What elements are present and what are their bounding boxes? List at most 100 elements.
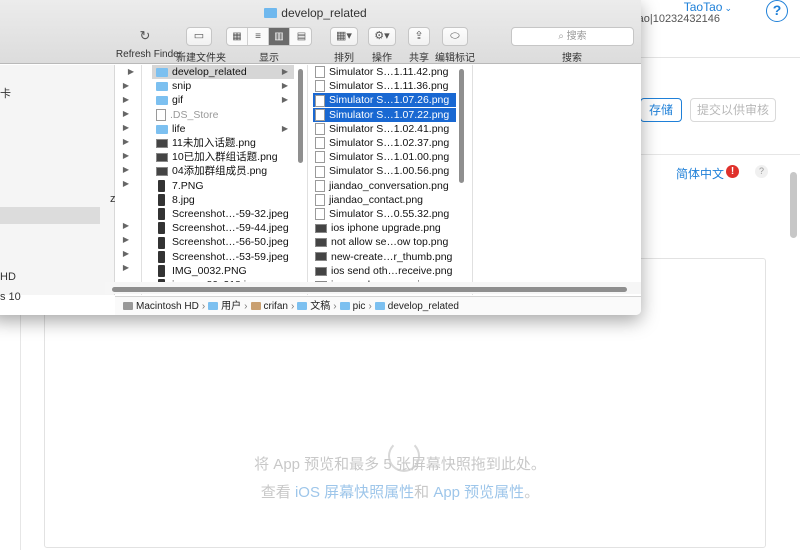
share-button[interactable]: ⇪ <box>408 27 430 46</box>
file-row[interactable]: Simulator S…1.02.41.png <box>313 122 456 136</box>
path-component[interactable]: pic <box>339 297 365 315</box>
path-component[interactable]: 用户 <box>208 297 241 315</box>
list-view-icon[interactable]: ≡ <box>248 28 269 45</box>
sidebar-item[interactable]: s 10 <box>0 291 21 303</box>
view-mode-segmented-control[interactable]: ▦ ≡ ▥ ▤ <box>226 27 312 46</box>
file-row[interactable]: Screenshot…-53-59.jpeg <box>152 250 294 264</box>
path-component-label: 用户 <box>221 301 242 312</box>
icon-view-icon[interactable]: ▦ <box>227 28 248 45</box>
file-row[interactable]: jiandao_conversation.png <box>313 179 456 193</box>
file-row[interactable]: 10已加入群组话题.png <box>152 150 294 164</box>
path-bar: Macintosh HD › 用户 › crifan › 文稿 › pic › develop_re… <box>115 296 641 315</box>
file-row[interactable]: Simulator S…1.02.37.png <box>313 136 456 150</box>
parent-row[interactable]: ▶ <box>115 107 135 121</box>
language-selector[interactable]: 简体中文 <box>676 165 724 182</box>
phone-icon <box>158 236 165 249</box>
sidebar-selected-item[interactable] <box>0 207 100 224</box>
file-row[interactable]: Simulator S…1.11.36.png <box>313 79 456 93</box>
file-row[interactable]: Screenshot…-59-32.jpeg <box>152 207 294 221</box>
finder-column-pic[interactable]: ⦀ develop_related▶snip▶gif▶.DS_Storelife… <box>152 65 308 295</box>
cover-flow-icon[interactable]: ▤ <box>290 28 311 45</box>
user-menu[interactable]: TaoTao ⌄ <box>684 0 732 14</box>
parent-row[interactable]: ▶ <box>115 149 135 163</box>
file-row[interactable]: new-create…r_thumb.png <box>313 250 456 264</box>
sidebar-item[interactable]: HD <box>0 271 16 283</box>
disclosure-arrow-icon: ▶ <box>281 67 288 76</box>
file-name: Simulator S…1.11.42.png <box>329 66 449 78</box>
phone-icon <box>158 222 165 235</box>
path-separator-icon: › <box>290 301 295 312</box>
page-scrollbar[interactable] <box>790 172 797 238</box>
file-row[interactable]: develop_related ▶ <box>152 65 294 79</box>
file-row[interactable]: jiandao_contact.png <box>313 193 456 207</box>
parent-row[interactable]: ▶ <box>115 177 135 191</box>
panel-border <box>20 300 45 550</box>
parent-row[interactable]: ▶ <box>115 79 135 93</box>
finder-column-develop-related[interactable]: ⦀ Simulator S…1.11.42.pngSimulator S…1.1… <box>313 65 473 295</box>
file-row[interactable]: Simulator S…0.55.32.png <box>313 207 456 221</box>
file-name: jiandao_contact.png <box>329 193 423 206</box>
sidebar-item[interactable]: 卡 <box>0 85 11 101</box>
path-component[interactable]: crifan <box>250 297 288 315</box>
parent-row[interactable]: ▶ <box>115 247 135 261</box>
search-input[interactable]: ⌕ 搜索 <box>511 27 634 46</box>
refresh-icon[interactable]: ↻ <box>138 27 152 46</box>
file-row[interactable]: life ▶ <box>152 122 294 136</box>
new-folder-button[interactable]: ▭ <box>186 27 212 46</box>
parent-row[interactable]: ▶ <box>115 261 135 275</box>
file-row[interactable]: Screenshot…-56-50.jpeg <box>152 235 294 249</box>
file-row[interactable]: IMG_0032.PNG <box>152 264 294 278</box>
alert-icon: ! <box>726 165 739 178</box>
file-row[interactable]: gif ▶ <box>152 93 294 107</box>
file-name: Simulator S…1.00.56.png <box>329 165 450 178</box>
column-scrollbar[interactable] <box>298 69 303 163</box>
save-button[interactable]: 存储 <box>640 98 682 122</box>
file-row[interactable]: Simulator S…1.07.26.png <box>313 93 456 108</box>
edit-tags-button[interactable]: ⬭ <box>442 27 468 46</box>
new-folder-icon: ▭ <box>193 30 205 42</box>
file-row[interactable]: snip ▶ <box>152 79 294 93</box>
file-row[interactable]: Simulator S…1.01.00.png <box>313 150 456 164</box>
parent-row[interactable]: ▶ <box>115 163 135 177</box>
file-row[interactable]: not allow se…ow top.png <box>313 235 456 249</box>
parent-row[interactable]: ▶ <box>115 121 135 135</box>
file-name: Simulator S…1.02.41.png <box>329 122 450 135</box>
file-row[interactable]: Screenshot…-59-44.jpeg <box>152 221 294 235</box>
file-row[interactable]: 8.jpg <box>152 193 294 207</box>
disclosure-arrow-icon: ▶ <box>122 151 129 160</box>
parent-row[interactable]: ▶ <box>115 219 135 233</box>
file-row[interactable]: ios send oth…receive.png <box>313 264 456 278</box>
sort-button[interactable]: ▦▾ <box>330 27 358 46</box>
path-component[interactable]: 文稿 <box>297 297 330 315</box>
file-row[interactable]: 04添加群组成员.png <box>152 164 294 178</box>
file-row[interactable]: Simulator S…1.07.22.png <box>313 107 456 122</box>
ios-screenshot-properties-link[interactable]: iOS 屏幕快照属性 <box>295 484 414 501</box>
action-button[interactable]: ⚙▾ <box>368 27 396 46</box>
column-view-icon[interactable]: ▥ <box>269 28 290 45</box>
disclosure-arrow-icon: ▶ <box>281 123 288 133</box>
horizontal-scrollbar[interactable] <box>112 287 627 292</box>
app-preview-properties-link[interactable]: App 预览属性 <box>433 484 524 501</box>
folder-icon <box>339 302 350 310</box>
file-row[interactable]: Simulator S…1.11.42.png <box>313 65 456 79</box>
path-component[interactable]: develop_related <box>374 297 459 315</box>
parent-row[interactable]: ▶ <box>115 233 135 247</box>
parent-row[interactable]: ▶ <box>115 93 135 107</box>
finder-column-parent[interactable]: ▶ ▶ ▶ ▶ ▶ ▶ ▶ ▶ ▶ ▶ ▶ ▶ ▶ <box>115 65 142 295</box>
disclosure-arrow-icon: ▶ <box>122 165 129 174</box>
submit-for-review-button[interactable]: 提交以供审核 <box>690 98 776 122</box>
file-row[interactable]: Simulator S…1.00.56.png <box>313 164 456 178</box>
file-row[interactable]: .DS_Store <box>152 108 294 122</box>
parent-row[interactable]: ▶ <box>115 65 140 79</box>
window-title-text: develop_related <box>281 6 367 20</box>
path-component[interactable]: Macintosh HD <box>123 297 199 315</box>
help-icon[interactable]: ? <box>766 0 788 22</box>
disclosure-arrow-icon: ▶ <box>122 123 129 132</box>
finder-sidebar: 卡 zip HD s 10 <box>0 65 124 303</box>
column-scrollbar[interactable] <box>459 69 464 183</box>
file-row[interactable]: 7.PNG <box>152 179 294 193</box>
parent-row[interactable]: ▶ <box>115 135 135 149</box>
file-row[interactable]: 11未加入话题.png <box>152 136 294 150</box>
info-icon[interactable]: ? <box>755 165 768 178</box>
file-row[interactable]: ios iphone upgrade.png <box>313 221 456 235</box>
